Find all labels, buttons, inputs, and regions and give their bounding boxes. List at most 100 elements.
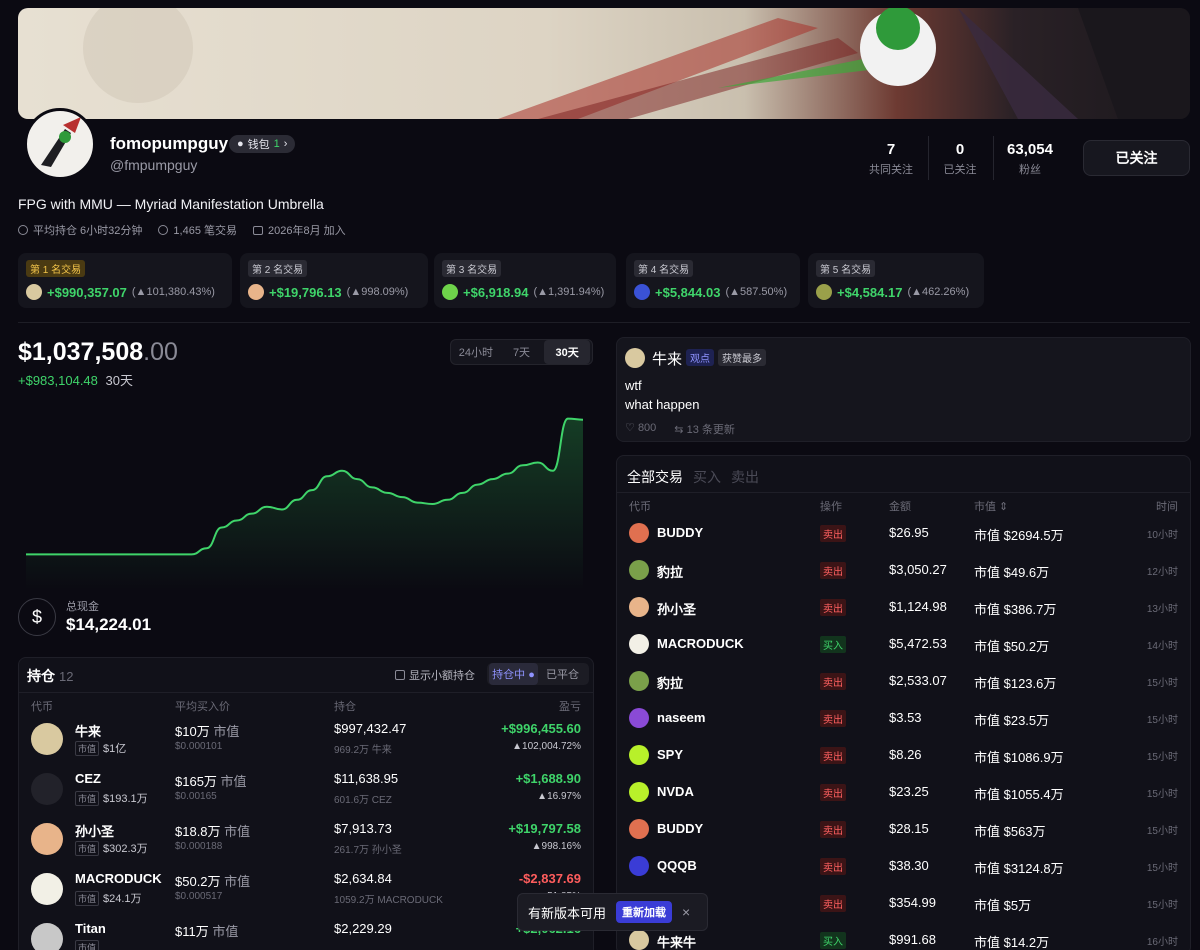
token-name[interactable]: naseem — [657, 710, 705, 725]
trade-amount: $3.53 — [889, 710, 922, 725]
post-text-line2: what happen — [625, 397, 700, 412]
close-icon[interactable]: × — [682, 904, 690, 920]
token-avatar — [31, 773, 63, 805]
token-name: MACRODUCK — [75, 871, 162, 886]
holdings-segment[interactable]: 持仓中 ● 已平仓 — [487, 663, 589, 685]
table-row[interactable]: 孙小圣 市值 $302.3万 $18.8万 市值 $0.000188 $7,913.73 2… — [19, 815, 593, 865]
token-name[interactable]: BUDDY — [657, 525, 703, 540]
chart-area — [26, 418, 583, 590]
trade-amount: +$990,357.07 — [47, 284, 127, 300]
top-trade-card[interactable]: 第 2 名交易 +$19,796.13 (▲998.09%) — [240, 253, 428, 308]
range-selector[interactable]: 24小时 7天 30天 — [450, 339, 593, 365]
table-row[interactable]: 豹拉 卖出 $2,533.07 市值 $123.6万 15小时 — [617, 662, 1190, 699]
table-row[interactable]: 牛来 市值 $1亿 $10万 市值 $0.000101 $997,432.47 969.2万… — [19, 715, 593, 765]
table-row[interactable]: Titan市值$11万 市值$2,229.29+$2,062.16 — [19, 915, 593, 950]
mc-value: $302.3万 — [103, 843, 148, 855]
token-name[interactable]: MACRODUCK — [657, 636, 744, 651]
tab-open-positions[interactable]: 持仓中 ● — [489, 663, 538, 685]
token-name[interactable]: QQQB — [657, 858, 697, 873]
stat-mutual[interactable]: 7 共同关注 — [856, 141, 926, 177]
top-trade-card[interactable]: 第 5 名交易 +$4,584.17 (▲462.26%) — [808, 253, 984, 308]
trade-amount: +$6,918.94 — [463, 284, 529, 300]
trade-amount: +$19,796.13 — [269, 284, 342, 300]
range-7d[interactable]: 7天 — [499, 340, 545, 364]
token-name[interactable]: 牛来牛 — [657, 932, 696, 950]
wallet-label: 钱包 — [247, 139, 270, 151]
top-trade-card[interactable]: 第 1 名交易 +$990,357.07 (▲101,380.43%) — [18, 253, 232, 308]
trade-pct: 462.26% — [922, 286, 966, 298]
updates-link[interactable]: ⇆ 13 条更新 — [674, 421, 735, 437]
pnl-value: +$19,797.58 — [508, 821, 581, 836]
token-name[interactable]: 豹拉 — [657, 562, 683, 581]
reload-button[interactable]: 重新加载 — [616, 901, 673, 923]
col-market-cap[interactable]: 市值 ⇕ — [974, 498, 1008, 514]
trade-side-badge: 买入 — [820, 932, 846, 949]
stat-label: 共同关注 — [869, 164, 913, 176]
token-name[interactable]: BUDDY — [657, 821, 703, 836]
top-trade-card[interactable]: 第 3 名交易 +$6,918.94 (▲1,391.94%) — [434, 253, 616, 308]
table-row[interactable]: SPY 卖出 $8.26 市值 $1086.9万 15小时 — [617, 736, 1190, 773]
range-24h[interactable]: 24小时 — [453, 340, 499, 364]
table-row[interactable]: 孙小圣 卖出 $1,124.98 市值 $386.7万 13小时 — [617, 588, 1190, 625]
avg-hold: 平均持仓 6小时32分钟 — [18, 222, 142, 238]
token-icon — [629, 671, 649, 691]
token-icon — [629, 856, 649, 876]
token-name[interactable]: SPY — [657, 747, 683, 762]
table-row[interactable]: 豹拉 卖出 $3,050.27 市值 $49.6万 12小时 — [617, 551, 1190, 588]
wallet-chip[interactable]: ● 钱包 1 › — [229, 135, 296, 153]
token-name[interactable]: 孙小圣 — [657, 599, 696, 618]
table-row[interactable]: CEZ 市值 $193.1万 $165万 市值 $0.00165 $11,638.95 60… — [19, 765, 593, 815]
show-small-toggle[interactable]: 显示小额持仓 — [395, 667, 475, 683]
table-row[interactable]: NVDA 卖出 $23.25 市值 $1055.4万 15小时 — [617, 773, 1190, 810]
tab-sells[interactable]: 卖出 — [731, 467, 759, 487]
table-row[interactable]: BUDDY 卖出 $26.95 市值 $2694.5万 10小时 — [617, 514, 1190, 551]
rank-badge: 第 4 名交易 — [634, 260, 694, 277]
like-button[interactable]: ♡ 800 — [625, 421, 656, 437]
clock-icon — [18, 225, 28, 235]
stat-followers[interactable]: 63,054 粉丝 — [995, 141, 1065, 177]
top-trade-card[interactable]: 第 4 名交易 +$5,844.03 (▲587.50%) — [626, 253, 800, 308]
token-name[interactable]: 豹拉 — [657, 673, 683, 692]
trade-time: 13小时 — [1146, 604, 1178, 615]
tab-all-trades[interactable]: 全部交易 — [627, 467, 683, 487]
table-row[interactable]: MACRODUCK 市值 $24.1万 $50.2万 市值 $0.000517 $2,63… — [19, 865, 593, 915]
trade-time: 15小时 — [1146, 900, 1178, 911]
table-row[interactable]: BUDDY 卖出 $28.15 市值 $563万 15小时 — [617, 810, 1190, 847]
tab-closed-positions[interactable]: 已平仓 — [538, 666, 587, 682]
trade-market-cap: 市值 $50.2万 — [974, 639, 1050, 654]
range-30d[interactable]: 30天 — [544, 340, 591, 364]
token-name[interactable]: NVDA — [657, 784, 694, 799]
post-card[interactable]: 牛来 观点 获赞最多 wtf what happen ♡ 800 ⇆ 13 条更… — [616, 337, 1191, 442]
trade-side-badge: 买入 — [820, 636, 846, 653]
stat-label: 已关注 — [943, 164, 977, 176]
table-row[interactable]: QQQB 卖出 $38.30 市值 $3124.8万 15小时 — [617, 847, 1190, 884]
table-row[interactable]: MACRODUCK 买入 $5,472.53 市值 $50.2万 14小时 — [617, 625, 1190, 662]
avg-buy-price: $0.000188 — [175, 841, 223, 852]
trade-amount: $8.26 — [889, 747, 922, 762]
table-row[interactable]: naseem 卖出 $3.53 市值 $23.5万 15小时 — [617, 699, 1190, 736]
col-pnl: 盈亏 — [559, 701, 581, 713]
swap-icon — [158, 225, 169, 235]
checkbox-icon[interactable] — [395, 670, 405, 680]
post-footer: ♡ 800 ⇆ 13 条更新 — [625, 421, 735, 437]
profile-avatar[interactable] — [24, 108, 96, 180]
trade-time: 16小时 — [1146, 937, 1178, 948]
stat-following[interactable]: 0 已关注 — [925, 141, 995, 177]
trade-time: 15小时 — [1146, 826, 1178, 837]
avg-buy-price: $0.000517 — [175, 891, 223, 902]
trade-pct: 1,391.94% — [548, 286, 601, 298]
pnl-value: -$2,837.69 — [518, 871, 581, 886]
tab-buys[interactable]: 买入 — [693, 467, 721, 487]
trade-pct: 587.50% — [740, 286, 784, 298]
trades-panel: 全部交易 买入 卖出 代币 操作 金额 市值 ⇕ 时间 BUDDY 卖出 $26.9… — [616, 455, 1191, 950]
profile-handle: @fmpumpguy — [110, 157, 198, 173]
trade-market-cap: 市值 $123.6万 — [974, 676, 1057, 691]
follow-button[interactable]: 已关注 — [1083, 140, 1190, 176]
position-value: $2,229.29 — [334, 921, 392, 936]
coin-icon — [816, 284, 832, 300]
trade-time: 15小时 — [1146, 789, 1178, 800]
avatar[interactable] — [625, 348, 645, 368]
position-value: $11,638.95 — [334, 771, 399, 786]
cash-value: $14,224.01 — [66, 615, 152, 634]
post-author[interactable]: 牛来 — [652, 348, 682, 369]
